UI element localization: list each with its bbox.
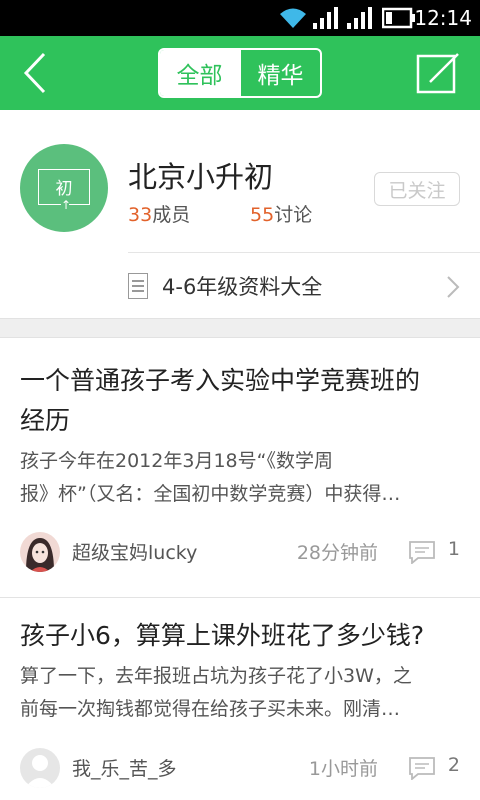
post-title-line: 一个普通孩子考入实验中学竞赛班的 bbox=[20, 366, 421, 395]
comment-icon bbox=[409, 541, 435, 564]
comment-icon bbox=[409, 757, 435, 780]
discussions-stat[interactable]: 55讨论 bbox=[250, 200, 312, 227]
resource-link-row[interactable]: 4-6年级资料大全 bbox=[128, 253, 480, 319]
comment-count: 1 bbox=[447, 538, 460, 560]
post-title-line: 孩子小6，算算上课外班花了多少钱? bbox=[20, 621, 425, 650]
post-title[interactable]: 一个普通孩子考入实验中学竞赛班的 经历 bbox=[20, 361, 464, 441]
post-meta: 我_乐_苦_多 1小时前 2 bbox=[20, 748, 460, 788]
wifi-icon bbox=[280, 8, 306, 28]
members-stat[interactable]: 33成员 bbox=[128, 200, 190, 227]
post-meta: 超级宝妈lucky 28分钟前 1 bbox=[20, 532, 460, 572]
members-count: 33 bbox=[128, 204, 153, 226]
resource-link-label: 4-6年级资料大全 bbox=[162, 275, 323, 299]
clock: 12:14 bbox=[414, 6, 472, 30]
author-avatar[interactable] bbox=[20, 532, 60, 572]
group-avatar: 初 ↑ bbox=[20, 144, 108, 232]
default-avatar-icon bbox=[20, 748, 60, 788]
signal-icon bbox=[347, 7, 372, 29]
section-gap bbox=[0, 318, 480, 338]
post-title[interactable]: 孩子小6，算算上课外班花了多少钱? bbox=[20, 616, 464, 656]
top-nav-bar: 全部 精华 bbox=[0, 36, 480, 110]
post-excerpt-line: 前每一次掏钱都觉得在给孩子买未来。刚清… bbox=[20, 698, 401, 720]
post-item[interactable]: 一个普通孩子考入实验中学竞赛班的 经历 孩子今年在2012年3月18号“《数学周… bbox=[0, 339, 480, 597]
post-time: 1小时前 bbox=[308, 758, 378, 780]
author-name[interactable]: 超级宝妈lucky bbox=[72, 538, 197, 565]
members-label: 成员 bbox=[152, 204, 191, 226]
group-avatar-glyph: 初 bbox=[55, 179, 73, 199]
filter-tabs: 全部 精华 bbox=[158, 48, 322, 98]
up-arrow-icon: ↑ bbox=[61, 198, 72, 213]
tab-featured[interactable]: 精华 bbox=[239, 50, 320, 96]
compose-button[interactable] bbox=[416, 52, 460, 96]
chevron-left-icon bbox=[23, 52, 46, 94]
discussions-count: 55 bbox=[250, 204, 275, 226]
compose-icon bbox=[416, 53, 459, 94]
comment-count: 2 bbox=[447, 754, 460, 776]
author-name[interactable]: 我_乐_苦_多 bbox=[72, 754, 177, 781]
user-avatar-icon bbox=[20, 532, 60, 572]
post-time: 28分钟前 bbox=[296, 542, 378, 564]
follow-button[interactable]: 已关注 bbox=[374, 172, 460, 206]
post-title-line: 经历 bbox=[20, 406, 71, 435]
post-excerpt: 孩子今年在2012年3月18号“《数学周 报》杯”（又名：全国初中数学竞赛）中获… bbox=[20, 445, 460, 511]
tab-all[interactable]: 全部 bbox=[160, 50, 239, 96]
author-avatar[interactable] bbox=[20, 748, 60, 788]
post-item[interactable]: 孩子小6，算算上课外班花了多少钱? 算了一下，去年报班占坑为孩子花了小3W，之 … bbox=[0, 598, 480, 800]
group-info-card: 初 ↑ 北京小升初 33成员 55讨论 已关注 4-6年级资料大全 bbox=[0, 110, 480, 320]
signal-icon bbox=[313, 7, 338, 29]
document-icon bbox=[128, 273, 148, 299]
post-excerpt-line: 算了一下，去年报班占坑为孩子花了小3W，之 bbox=[20, 665, 412, 687]
group-name: 北京小升初 bbox=[128, 160, 274, 194]
post-excerpt: 算了一下，去年报班占坑为孩子花了小3W，之 前每一次掏钱都觉得在给孩子买未来。刚… bbox=[20, 660, 460, 726]
status-bar: 12:14 bbox=[0, 0, 480, 36]
book-icon: 初 ↑ bbox=[38, 169, 90, 213]
battery-icon bbox=[382, 7, 415, 29]
post-excerpt-line: 孩子今年在2012年3月18号“《数学周 bbox=[20, 450, 333, 472]
post-excerpt-line: 报》杯”（又名：全国初中数学竞赛）中获得… bbox=[20, 483, 401, 505]
discussions-label: 讨论 bbox=[274, 204, 313, 226]
back-button[interactable] bbox=[16, 50, 56, 96]
chevron-right-icon bbox=[447, 276, 460, 298]
